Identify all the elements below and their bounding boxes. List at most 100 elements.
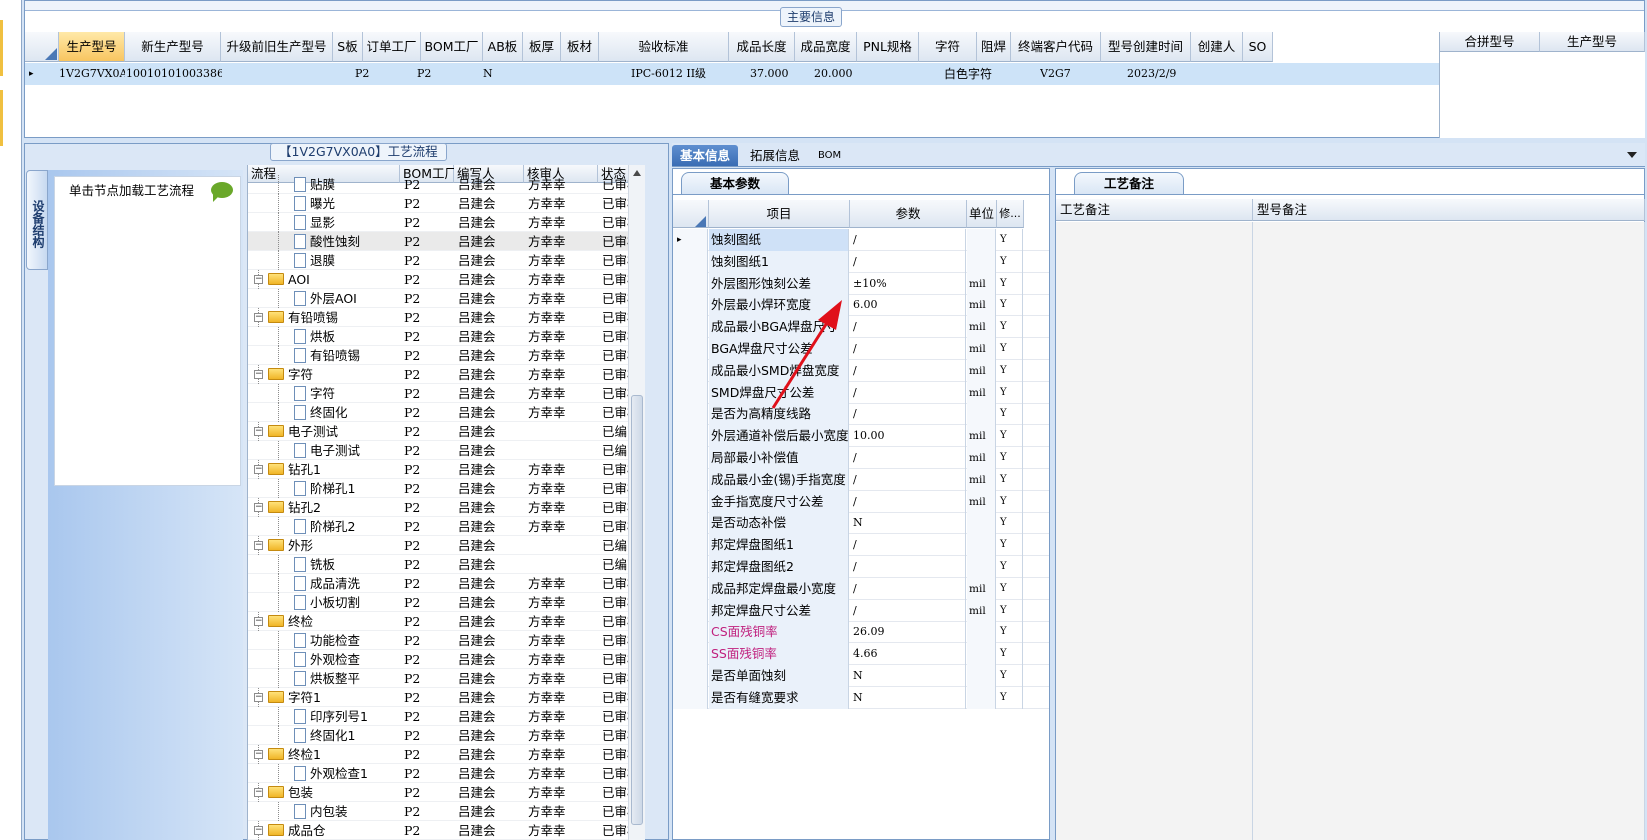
basic-params-tab[interactable]: 基本参数 xyxy=(681,172,789,194)
param-row[interactable]: CS面残铜率 26.09 Y xyxy=(673,621,1049,644)
param-value[interactable]: / xyxy=(850,534,966,557)
ab-board-value[interactable]: N xyxy=(483,63,523,85)
main-col-header[interactable]: 板材 xyxy=(561,32,599,62)
finished-length-value[interactable]: 37.000 xyxy=(750,63,816,85)
param-modifiable[interactable]: Y xyxy=(997,556,1023,578)
scroll-thumb[interactable] xyxy=(631,395,643,825)
main-col-header[interactable]: 字符 xyxy=(919,32,977,62)
param-modifiable[interactable]: Y xyxy=(997,686,1023,709)
tab-basic-info[interactable]: 基本信息 xyxy=(672,145,739,166)
param-value[interactable]: / xyxy=(850,599,966,622)
collapse-icon[interactable]: − xyxy=(254,788,263,797)
param-value[interactable]: N xyxy=(850,512,966,535)
scroll-up-icon[interactable] xyxy=(632,169,642,177)
param-value[interactable]: / xyxy=(850,316,966,339)
tree-row[interactable]: 烘板 P2 吕建会 方幸幸 已审核 xyxy=(248,327,645,346)
tree-row[interactable]: − 钻孔2 P2 吕建会 方幸幸 已审核 xyxy=(248,498,645,517)
main-col-header[interactable]: 板厚 xyxy=(523,32,561,62)
param-modifiable[interactable]: Y xyxy=(997,359,1023,382)
param-value[interactable]: / xyxy=(850,359,966,382)
param-modifiable[interactable]: Y xyxy=(997,425,1023,448)
tree-row[interactable]: 阶梯孔2 P2 吕建会 方幸幸 已审核 xyxy=(248,517,645,536)
tree-row[interactable]: − 字符1 P2 吕建会 方幸幸 已审核 xyxy=(248,688,645,707)
process-notes-header[interactable]: 工艺备注 xyxy=(1056,199,1253,221)
process-notes-field[interactable] xyxy=(1056,222,1253,840)
tree-row[interactable]: 终固化 P2 吕建会 方幸幸 已审核 xyxy=(248,403,645,422)
tree-row[interactable]: 显影 P2 吕建会 方幸幸 已审核 xyxy=(248,213,645,232)
load-process-box[interactable]: 单击节点加载工艺流程 xyxy=(54,176,241,486)
param-value[interactable]: / xyxy=(850,556,966,578)
bom-factory-value[interactable]: P2 xyxy=(417,63,479,85)
tree-row[interactable]: 烘板整平 P2 吕建会 方幸幸 已审核 xyxy=(248,669,645,688)
tree-row[interactable]: 成品清洗 P2 吕建会 方幸幸 已审核 xyxy=(248,574,645,593)
param-modifiable[interactable]: Y xyxy=(997,403,1023,426)
tree-row[interactable]: − 成品仓 P2 吕建会 方幸幸 已审核 xyxy=(248,821,645,840)
param-value[interactable]: / xyxy=(850,468,966,491)
edge-tab[interactable] xyxy=(0,90,3,146)
param-modifiable[interactable]: Y xyxy=(997,381,1023,404)
param-modifiable[interactable]: Y xyxy=(997,512,1023,535)
param-modifiable[interactable]: Y xyxy=(997,229,1023,251)
params-value-header[interactable]: 参数 xyxy=(850,200,967,228)
tree-row[interactable]: 功能检查 P2 吕建会 方幸幸 已审核 xyxy=(248,631,645,650)
tree-row[interactable]: − 终检1 P2 吕建会 方幸幸 已审核 xyxy=(248,745,645,764)
param-row[interactable]: 外层最小焊环宽度 6.00 mil Y xyxy=(673,294,1049,317)
main-col-header[interactable]: 型号创建时间 xyxy=(1101,32,1191,62)
collapse-icon[interactable]: − xyxy=(254,826,263,835)
merged-production-model-header[interactable]: 生产型号 xyxy=(1540,32,1645,52)
tree-row[interactable]: 字符 P2 吕建会 方幸幸 已审核 xyxy=(248,384,645,403)
param-value[interactable]: / xyxy=(850,338,966,360)
tree-row[interactable]: 铣板 P2 吕建会 已编写 xyxy=(248,555,645,574)
collapse-icon[interactable]: − xyxy=(254,465,263,474)
tree-row[interactable]: − 有铅喷锡 P2 吕建会 方幸幸 已审核 xyxy=(248,308,645,327)
customer-code-value[interactable]: V2G7 xyxy=(1040,63,1100,85)
production-model-value[interactable]: 1V2G7VX0A0 xyxy=(59,63,125,85)
row-indicator-header[interactable] xyxy=(25,32,59,62)
param-value[interactable]: 10.00 xyxy=(850,425,966,448)
tree-row[interactable]: 终固化1 P2 吕建会 方幸幸 已审核 xyxy=(248,726,645,745)
tab-dropdown-icon[interactable] xyxy=(1627,152,1637,158)
param-row[interactable]: 成品最小BGA焊盘尺寸 / mil Y xyxy=(673,316,1049,339)
param-modifiable[interactable]: Y xyxy=(997,272,1023,295)
edge-tab[interactable] xyxy=(0,20,3,76)
main-info-row[interactable]: ▸ 1V2G7VX0A0 10010101003386 P2 P2 N IPC-… xyxy=(25,63,1439,85)
main-col-header[interactable]: S板 xyxy=(333,32,363,62)
param-value[interactable]: N xyxy=(850,686,966,709)
params-indicator-header[interactable] xyxy=(673,200,709,228)
main-col-header[interactable]: 新生产型号 xyxy=(125,32,221,62)
param-row[interactable]: 是否有缝宽要求 N Y xyxy=(673,686,1049,709)
collapse-icon[interactable]: − xyxy=(254,541,263,550)
main-col-header[interactable]: PNL规格 xyxy=(857,32,919,62)
param-row[interactable]: 邦定焊盘图纸2/ Y xyxy=(673,556,1049,578)
finished-width-value[interactable]: 20.000 xyxy=(814,63,876,85)
tree-row[interactable]: 内包装 P2 吕建会 方幸幸 已审核 xyxy=(248,802,645,821)
model-notes-field[interactable] xyxy=(1253,222,1645,840)
merged-model-header[interactable]: 合拼型号 xyxy=(1440,32,1540,52)
param-modifiable[interactable]: Y xyxy=(997,534,1023,557)
param-modifiable[interactable]: Y xyxy=(997,599,1023,622)
tree-row[interactable]: − 终检 P2 吕建会 方幸幸 已审核 xyxy=(248,612,645,631)
param-value[interactable]: ±10% xyxy=(850,272,966,295)
tree-row[interactable]: 外层AOI P2 吕建会 方幸幸 已审核 xyxy=(248,289,645,308)
param-value[interactable]: 6.00 xyxy=(850,294,966,317)
main-col-header[interactable]: 验收标准 xyxy=(599,32,729,62)
process-tree-scrollbar[interactable] xyxy=(628,165,645,840)
tree-row[interactable]: 电子测试 P2 吕建会 已编写 xyxy=(248,441,645,460)
main-col-header[interactable]: 订单工厂 xyxy=(363,32,421,62)
collapse-icon[interactable]: − xyxy=(254,750,263,759)
param-value[interactable]: / xyxy=(850,250,966,273)
param-value[interactable]: N xyxy=(850,665,966,687)
param-row[interactable]: 成品邦定焊盘最小宽度 / mil Y xyxy=(673,577,1049,600)
tree-row[interactable]: 贴膜 P2 吕建会 方幸幸 已审核 xyxy=(248,175,645,194)
collapse-icon[interactable]: − xyxy=(254,693,263,702)
param-value[interactable]: / xyxy=(850,229,966,251)
params-unit-header[interactable]: 单位 xyxy=(967,200,997,228)
collapse-icon[interactable]: − xyxy=(254,503,263,512)
new-production-model-value[interactable]: 10010101003386 xyxy=(126,63,222,85)
main-col-header[interactable]: 生产型号 xyxy=(59,32,125,62)
main-col-header[interactable]: 创建人 xyxy=(1191,32,1243,62)
param-row[interactable]: 外层通道补偿后最小宽度 10.00 mil Y xyxy=(673,425,1049,448)
tree-row[interactable]: 外观检查1 P2 吕建会 方幸幸 已审核 xyxy=(248,764,645,783)
param-row[interactable]: 局部最小补偿值 / mil Y xyxy=(673,447,1049,469)
param-modifiable[interactable]: Y xyxy=(997,643,1023,666)
